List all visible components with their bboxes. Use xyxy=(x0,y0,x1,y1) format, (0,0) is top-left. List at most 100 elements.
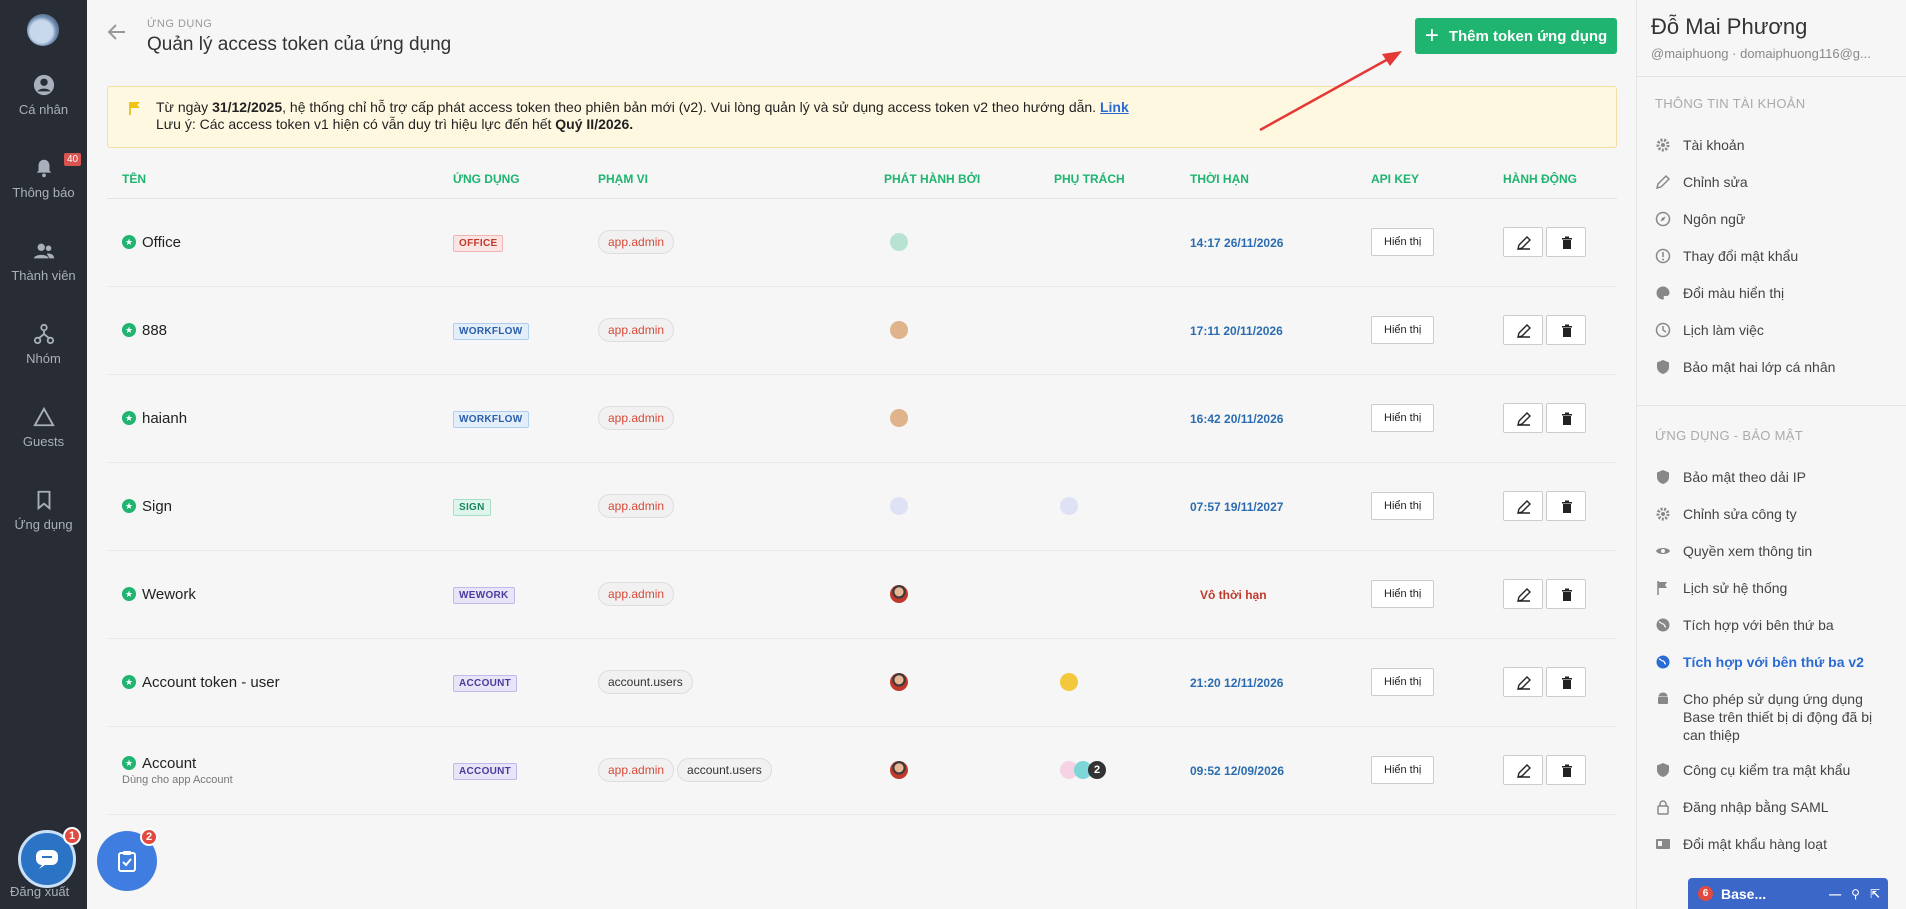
menu-edit-company[interactable]: Chỉnh sửa công ty xyxy=(1655,505,1895,523)
edit-button[interactable] xyxy=(1503,491,1543,521)
menu-change-password[interactable]: Thay đổi mật khẩu xyxy=(1655,247,1895,265)
scope-chip: app.admin xyxy=(598,758,675,782)
task-fab[interactable]: 2 xyxy=(97,828,158,891)
minimize-icon[interactable]: — xyxy=(1829,887,1841,901)
delete-button[interactable] xyxy=(1546,579,1586,609)
menu-work-schedule[interactable]: Lịch làm việc xyxy=(1655,321,1895,339)
nav-members[interactable]: Thành viên xyxy=(0,240,87,283)
delete-button[interactable] xyxy=(1546,491,1586,521)
menu-2fa[interactable]: Bảo mật hai lớp cá nhân xyxy=(1655,358,1895,376)
base-messenger-bar[interactable]: 6 Base... — ⚲ ⇱ xyxy=(1688,878,1888,909)
token-name-text: 888 xyxy=(142,321,168,339)
token-name[interactable]: ★ Sign xyxy=(122,498,438,515)
show-api-key-button[interactable]: Hiển thị xyxy=(1371,492,1435,520)
edit-button[interactable] xyxy=(1503,579,1543,609)
menu-saml-login[interactable]: Đăng nhập bằng SAML xyxy=(1655,798,1895,816)
show-api-key-button[interactable]: Hiển thị xyxy=(1371,404,1435,432)
plus-icon: + xyxy=(1424,22,1439,49)
nav-apps[interactable]: Ứng dụng xyxy=(0,489,87,532)
app-tag: ACCOUNT xyxy=(453,762,518,780)
delete-button[interactable] xyxy=(1546,403,1586,433)
notice-text: Lưu ý: Các access token v1 hiện có vẫn d… xyxy=(156,116,556,132)
notice-text: Từ ngày xyxy=(156,99,213,115)
add-app-token-button[interactable]: + Thêm token ứng dụng xyxy=(1415,18,1617,54)
clock-icon xyxy=(1655,322,1671,338)
token-name[interactable]: ★ haianh xyxy=(122,410,438,427)
menu-change-color[interactable]: Đổi màu hiển thị xyxy=(1655,284,1895,302)
nav-guests[interactable]: Guests xyxy=(0,406,87,449)
show-api-key-button[interactable]: Hiển thị xyxy=(1371,316,1435,344)
menu-account[interactable]: Tài khoản xyxy=(1655,136,1895,154)
scope-chip: app.admin xyxy=(598,318,675,342)
breadcrumb[interactable]: ỨNG DỤNG xyxy=(147,18,212,30)
app-tag: OFFICE xyxy=(453,234,504,252)
menu-language[interactable]: Ngôn ngữ xyxy=(1655,210,1895,228)
delete-button[interactable] xyxy=(1546,755,1586,785)
scope-chip: app.admin xyxy=(598,230,675,254)
edit-button[interactable] xyxy=(1503,315,1543,345)
nav-label: Cá nhân xyxy=(18,102,69,117)
guests-icon xyxy=(32,406,55,427)
search-icon[interactable]: ⚲ xyxy=(1851,887,1860,901)
avatar xyxy=(890,761,908,780)
id-card-icon xyxy=(1656,839,1670,849)
menu-rooted-device[interactable]: Cho phép sử dụng ứng dụng Base trên thiế… xyxy=(1655,690,1895,744)
show-api-key-button[interactable]: Hiển thị xyxy=(1371,756,1435,784)
globe-icon xyxy=(1656,655,1670,669)
menu-ip-security[interactable]: Bảo mật theo dải IP xyxy=(1655,468,1895,486)
nav-label: Guests xyxy=(22,434,65,449)
menu-label: Chỉnh sửa công ty xyxy=(1683,506,1797,522)
pencil-icon xyxy=(1517,412,1531,426)
chat-fab[interactable]: 1 xyxy=(18,827,81,888)
bookmark-icon xyxy=(37,490,50,511)
edit-button[interactable] xyxy=(1503,403,1543,433)
company-logo[interactable] xyxy=(27,14,59,46)
trash-icon xyxy=(1562,236,1572,249)
user-icon xyxy=(33,74,54,96)
external-link-icon[interactable]: ⇱ xyxy=(1870,887,1880,901)
token-name[interactable]: ★ Office xyxy=(122,234,438,251)
pencil-icon xyxy=(1517,236,1531,250)
notice-line-1: Từ ngày 31/12/2025, hệ thống chỉ hỗ trợ … xyxy=(156,99,1616,116)
nav-personal[interactable]: Cá nhân xyxy=(0,74,87,117)
app-tag: ACCOUNT xyxy=(453,674,518,692)
edit-button[interactable] xyxy=(1503,755,1543,785)
edit-button[interactable] xyxy=(1503,667,1543,697)
nav-groups[interactable]: Nhóm xyxy=(0,323,87,366)
token-name-text: Account xyxy=(142,754,197,772)
table-row: ★ Office OFFICE app.admin 14:17 26/11/202… xyxy=(107,198,1617,287)
profile-email: domaiphuong116@g... xyxy=(1740,46,1871,61)
token-name[interactable]: ★ Account xyxy=(122,755,438,772)
more-owners-count[interactable]: 2 xyxy=(1088,761,1106,780)
menu-third-party[interactable]: Tích hợp với bên thứ ba xyxy=(1655,616,1895,634)
menu-password-checker[interactable]: Công cụ kiểm tra mật khẩu xyxy=(1655,761,1895,779)
col-api-key: API KEY xyxy=(1356,160,1488,199)
android-icon xyxy=(1658,692,1668,704)
token-name[interactable]: ★ Wework xyxy=(122,586,438,603)
delete-button[interactable] xyxy=(1546,227,1586,257)
delete-button[interactable] xyxy=(1546,667,1586,697)
expiry-forever: Vô thời hạn xyxy=(1200,587,1267,602)
back-arrow-icon[interactable] xyxy=(105,20,129,44)
notice-link[interactable]: Link xyxy=(1100,99,1129,115)
scope-chip: app.admin xyxy=(598,406,675,430)
show-api-key-button[interactable]: Hiển thị xyxy=(1371,228,1435,256)
menu-system-history[interactable]: Lịch sử hệ thống xyxy=(1655,579,1895,597)
edit-button[interactable] xyxy=(1503,227,1543,257)
nav-notifications[interactable]: 40 Thông báo xyxy=(0,153,87,200)
delete-button[interactable] xyxy=(1546,315,1586,345)
show-api-key-button[interactable]: Hiển thị xyxy=(1371,580,1435,608)
menu-bulk-password[interactable]: Đổi mật khẩu hàng loạt xyxy=(1655,835,1895,853)
menu-label: Tích hợp với bên thứ ba v2 xyxy=(1683,654,1864,670)
star-icon: ★ xyxy=(122,323,136,337)
menu-view-permission[interactable]: Quyền xem thông tin xyxy=(1655,542,1895,560)
token-name[interactable]: ★ Account token - user xyxy=(122,674,438,691)
table-row: ★ Account token - user ACCOUNT account.us… xyxy=(107,638,1617,727)
star-icon: ★ xyxy=(122,235,136,249)
menu-third-party-v2[interactable]: Tích hợp với bên thứ ba v2 xyxy=(1655,653,1895,671)
group-icon xyxy=(33,323,54,345)
app-tag: WEWORK xyxy=(453,586,515,604)
show-api-key-button[interactable]: Hiển thị xyxy=(1371,668,1435,696)
menu-edit[interactable]: Chỉnh sửa xyxy=(1655,173,1895,191)
token-name[interactable]: ★ 888 xyxy=(122,322,438,339)
